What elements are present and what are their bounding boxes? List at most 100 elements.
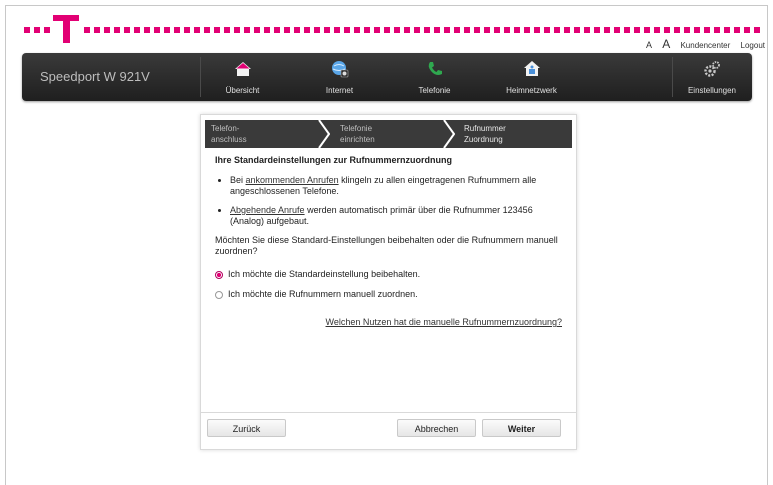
- nav-item-telefonie[interactable]: Telefonie: [392, 53, 477, 101]
- brand-dot: [614, 27, 620, 33]
- brand-dot: [234, 27, 240, 33]
- brand-dot: [364, 27, 370, 33]
- logout-link[interactable]: Logout: [741, 41, 765, 50]
- brand-dot: [214, 27, 220, 33]
- telekom-logo[interactable]: [53, 15, 79, 45]
- brand-dot: [564, 27, 570, 33]
- nav-item-heimnetzwerk[interactable]: Heimnetzwerk: [489, 53, 574, 101]
- brand-dot: [264, 27, 270, 33]
- option-manual-label: Ich möchte die Rufnummern manuell zuordn…: [228, 289, 418, 299]
- nav-label: Internet: [325, 86, 354, 95]
- info-item-incoming: Bei ankommenden Anrufen klingeln zu alle…: [230, 175, 565, 197]
- brand-dot: [244, 27, 250, 33]
- brand-dot: [624, 27, 630, 33]
- brand-dot: [464, 27, 470, 33]
- brand-dot: [314, 27, 320, 33]
- option-keep-defaults[interactable]: Ich möchte die Standardeinstellung beibe…: [215, 269, 565, 280]
- info-list: Bei ankommenden Anrufen klingeln zu alle…: [215, 175, 565, 227]
- nav-label: Telefonie: [418, 86, 451, 95]
- phone-icon: [428, 62, 442, 75]
- nav-label: Übersicht: [225, 86, 260, 95]
- brand-dot: [184, 27, 190, 33]
- brand-dot: [114, 27, 120, 33]
- brand-dot: [414, 27, 420, 33]
- nav-item-einstellungen[interactable]: Einstellungen: [672, 53, 752, 101]
- brand-dot: [174, 27, 180, 33]
- font-size-small-link[interactable]: A: [646, 40, 652, 50]
- step-chevron-icon: [318, 120, 330, 148]
- brand-dot: [444, 27, 450, 33]
- brand-dot: [634, 27, 640, 33]
- question-text: Möchten Sie diese Standard-Einstellungen…: [215, 235, 558, 256]
- brand-dot: [474, 27, 480, 33]
- brand-dot: [344, 27, 350, 33]
- home-network-icon: [524, 61, 540, 76]
- brand-dot: [284, 27, 290, 33]
- nav-label: Einstellungen: [687, 86, 737, 95]
- back-button[interactable]: Zurück: [207, 419, 286, 437]
- brand-dot: [664, 27, 670, 33]
- brand-dot: [254, 27, 260, 33]
- brand-dot: [554, 27, 560, 33]
- top-links: A A Kundencenter Logout: [638, 37, 765, 51]
- brand-dot: [124, 27, 130, 33]
- brand-dot: [704, 27, 710, 33]
- help-manual-assignment-link[interactable]: Welchen Nutzen hat die manuelle Rufnumme…: [326, 317, 562, 327]
- wizard-step-telefonanschluss: Telefon-anschluss: [211, 124, 247, 144]
- wizard-step-rufnummer-zuordnung: Rufnummer Zuordnung: [464, 124, 506, 144]
- brand-dot: [134, 27, 140, 33]
- brand-dot: [514, 27, 520, 33]
- wizard-step-telefonie-einrichten: Telefonie einrichten: [340, 124, 375, 144]
- radio-keep-defaults[interactable]: [215, 270, 223, 279]
- brand-dot: [754, 27, 760, 33]
- brand-dot: [84, 27, 90, 33]
- option-keep-label: Ich möchte die Standardeinstellung beibe…: [228, 269, 421, 279]
- brand-dot: [584, 27, 590, 33]
- nav-item-uebersicht[interactable]: Übersicht: [200, 53, 285, 101]
- outgoing-calls-link[interactable]: Abgehende Anrufe: [230, 205, 305, 215]
- brand-dot: [594, 27, 600, 33]
- brand-dot: [224, 27, 230, 33]
- brand-dot: [104, 27, 110, 33]
- cancel-button[interactable]: Abbrechen: [397, 419, 476, 437]
- option-manual-assign[interactable]: Ich möchte die Rufnummern manuell zuordn…: [215, 289, 565, 300]
- brand-dot: [194, 27, 200, 33]
- incoming-calls-link[interactable]: ankommenden Anrufen: [246, 175, 339, 185]
- radio-manual-assign[interactable]: [215, 290, 223, 299]
- brand-dot: [34, 27, 40, 33]
- brand-dot: [734, 27, 740, 33]
- brand-dot: [714, 27, 720, 33]
- brand-dot: [694, 27, 700, 33]
- brand-dot: [534, 27, 540, 33]
- kundencenter-link[interactable]: Kundencenter: [680, 41, 730, 50]
- font-size-large-link[interactable]: A: [662, 37, 670, 51]
- brand-dot: [654, 27, 660, 33]
- device-name: Speedport W 921V: [40, 69, 150, 84]
- next-button[interactable]: Weiter: [482, 419, 561, 437]
- brand-dot: [504, 27, 510, 33]
- brand-dot: [44, 27, 50, 33]
- brand-dot: [164, 27, 170, 33]
- brand-dot: [484, 27, 490, 33]
- home-icon: [235, 62, 251, 76]
- brand-dot: [144, 27, 150, 33]
- brand-dot: [24, 27, 30, 33]
- wizard-steps: Telefon-anschluss Telefonie einrichten Ru…: [205, 120, 572, 148]
- brand-dot: [494, 27, 500, 33]
- step-chevron-icon: [443, 120, 455, 148]
- brand-dot: [684, 27, 690, 33]
- brand-dot: [544, 27, 550, 33]
- brand-dot: [304, 27, 310, 33]
- brand-dot: [334, 27, 340, 33]
- brand-dot: [434, 27, 440, 33]
- brand-dot: [394, 27, 400, 33]
- brand-dot: [274, 27, 280, 33]
- brand-dot: [724, 27, 730, 33]
- nav-label: Heimnetzwerk: [506, 86, 557, 95]
- brand-dot: [354, 27, 360, 33]
- brand-dot: [404, 27, 410, 33]
- wizard-content: Ihre Standardeinstellungen zur Rufnummer…: [215, 155, 565, 309]
- nav-item-internet[interactable]: Internet: [297, 53, 382, 101]
- brand-dot: [524, 27, 530, 33]
- brand-dot: [294, 27, 300, 33]
